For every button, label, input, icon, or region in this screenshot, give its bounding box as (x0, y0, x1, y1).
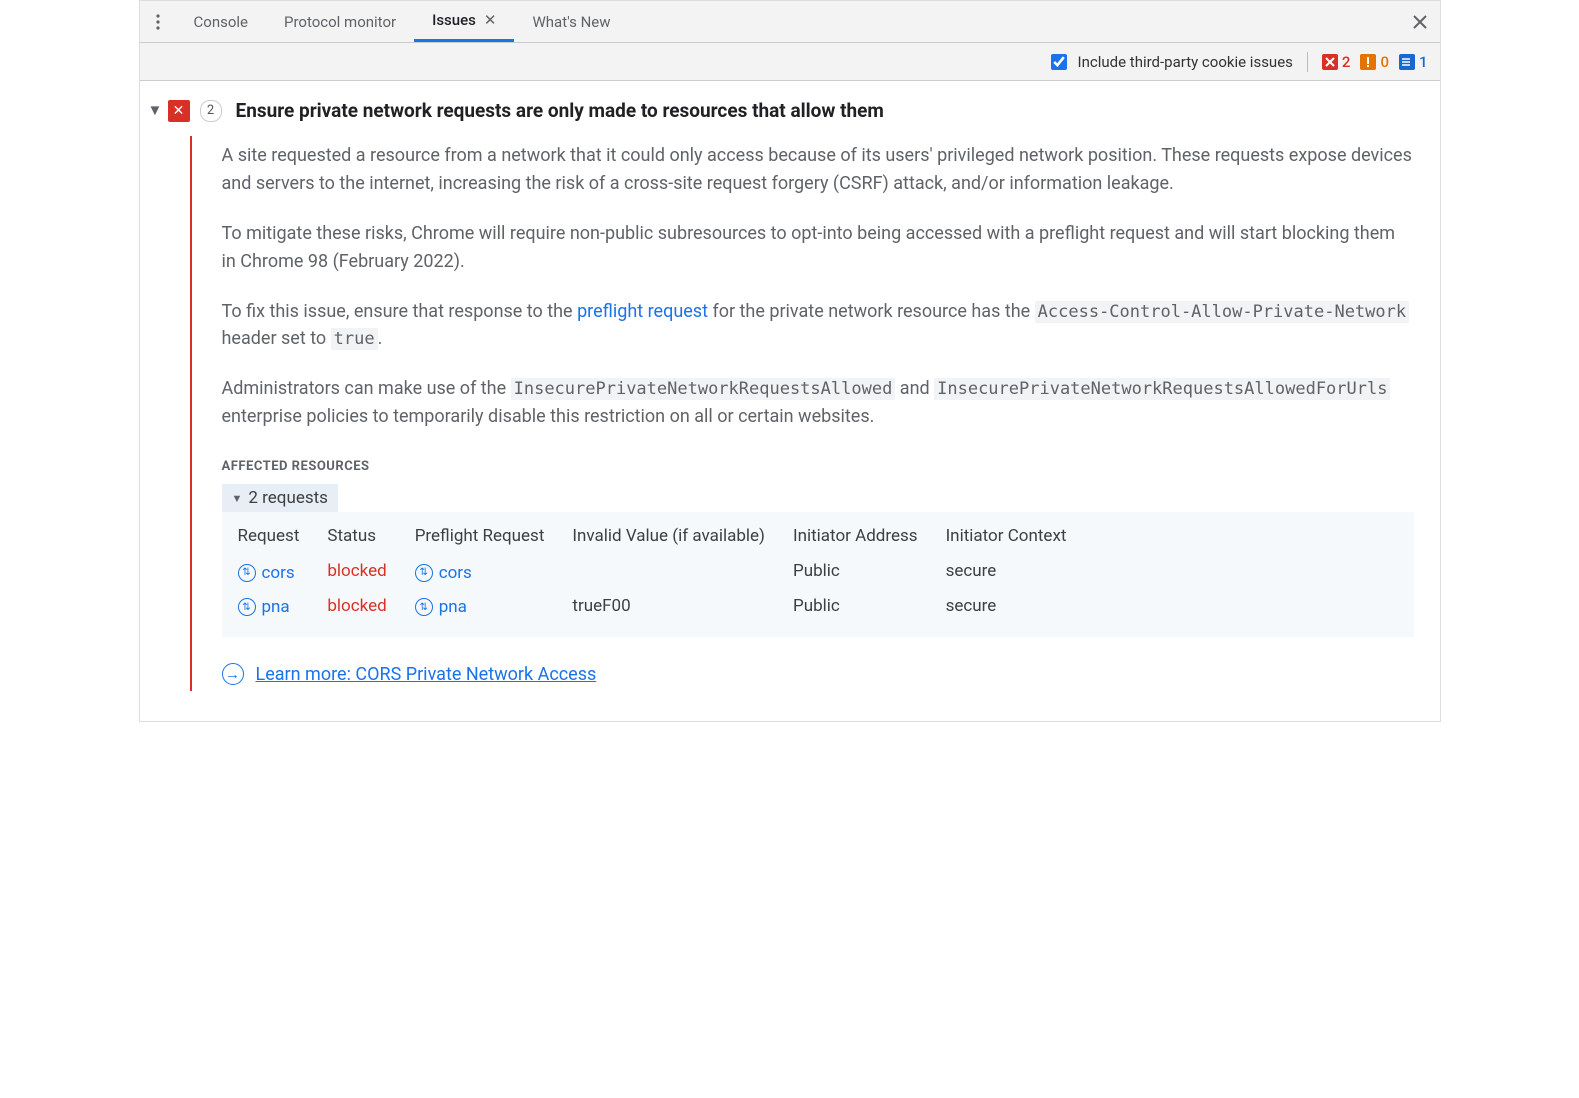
tab-protocol-monitor[interactable]: Protocol monitor (266, 1, 414, 42)
preflight-link[interactable]: ⇅pna (415, 597, 467, 617)
devtools-issues-panel: Console Protocol monitor Issues ✕ What's… (139, 0, 1441, 722)
initiator-address: Public (787, 554, 940, 589)
tab-issues[interactable]: Issues ✕ (414, 1, 514, 42)
warning-count-badge[interactable]: 0 (1360, 53, 1389, 71)
initiator-address: Public (787, 589, 940, 624)
code-policy: InsecurePrivateNetworkRequestsAllowed (511, 378, 896, 400)
tab-label: Issues (432, 11, 476, 29)
issue-expand-caret[interactable]: ▼ (148, 99, 162, 691)
col-request: Request (232, 520, 322, 554)
issue-paragraph: To mitigate these risks, Chrome will req… (222, 220, 1414, 276)
issue-occurrence-count: 2 (200, 100, 222, 122)
issues-toolbar: Include third-party cookie issues 2 0 1 (140, 43, 1440, 81)
initiator-context: secure (940, 589, 1089, 624)
status-value: blocked (327, 596, 386, 616)
col-status: Status (321, 520, 408, 554)
initiator-context: secure (940, 554, 1089, 589)
error-count-badge[interactable]: 2 (1322, 53, 1351, 71)
status-value: blocked (327, 561, 386, 581)
request-link[interactable]: ⇅pna (238, 597, 290, 617)
tab-console[interactable]: Console (176, 1, 267, 42)
preflight-request-link[interactable]: preflight request (577, 301, 708, 322)
learn-more-link[interactable]: Learn more: CORS Private Network Access (256, 664, 597, 685)
close-icon (1413, 15, 1427, 29)
invalid-value: trueF00 (566, 589, 787, 624)
tab-label: Protocol monitor (284, 13, 396, 31)
resources-table: Request Status Preflight Request Invalid… (232, 520, 1089, 623)
toolbar-divider (1307, 52, 1308, 72)
col-preflight-request: Preflight Request (409, 520, 567, 554)
issue-header[interactable]: ✕ 2 Ensure private network requests are … (168, 99, 1422, 122)
issue-count-badges: 2 0 1 (1322, 53, 1428, 71)
issue-paragraph: To fix this issue, ensure that response … (222, 298, 1414, 354)
learn-more-row: → Learn more: CORS Private Network Acces… (222, 663, 1414, 685)
panel-close-button[interactable] (1400, 15, 1440, 29)
table-row: ⇅pna blocked ⇅pna trueF00 Public secure (232, 589, 1089, 624)
col-invalid-value: Invalid Value (if available) (566, 520, 787, 554)
request-link[interactable]: ⇅cors (238, 563, 295, 583)
issues-list[interactable]: ▼ ✕ 2 Ensure private network requests ar… (140, 81, 1440, 721)
col-initiator-context: Initiator Context (940, 520, 1089, 554)
include-third-party-cookies-checkbox[interactable]: Include third-party cookie issues (1047, 51, 1293, 73)
preflight-link[interactable]: ⇅cors (415, 563, 472, 583)
code-policy: InsecurePrivateNetworkRequestsAllowedFor… (934, 378, 1390, 400)
triangle-down-icon: ▼ (232, 492, 243, 505)
affected-resources-table: Request Status Preflight Request Invalid… (222, 512, 1414, 637)
code-header-value: true (331, 328, 378, 350)
info-count-badge[interactable]: 1 (1399, 53, 1428, 71)
col-initiator-address: Initiator Address (787, 520, 940, 554)
issue-paragraph: A site requested a resource from a netwo… (222, 142, 1414, 198)
error-icon (1322, 54, 1338, 70)
tab-whats-new[interactable]: What's New (514, 1, 628, 42)
error-icon: ✕ (168, 100, 190, 122)
tab-label: What's New (532, 13, 610, 31)
panel-menu-button[interactable] (140, 14, 176, 30)
checkbox-label: Include third-party cookie issues (1078, 53, 1293, 71)
invalid-value (566, 554, 787, 589)
kebab-icon (156, 14, 160, 30)
tab-label: Console (194, 13, 249, 31)
panel-tabstrip: Console Protocol monitor Issues ✕ What's… (140, 1, 1440, 43)
issue-title: Ensure private network requests are only… (236, 99, 884, 122)
issue-item: ▼ ✕ 2 Ensure private network requests ar… (148, 99, 1422, 691)
requests-expand-chip[interactable]: ▼ 2 requests (222, 484, 338, 512)
affected-resources-heading: AFFECTED RESOURCES (222, 459, 1414, 474)
request-icon: ⇅ (238, 598, 256, 616)
arrow-right-circle-icon: → (222, 663, 244, 685)
request-icon: ⇅ (415, 598, 433, 616)
warning-icon (1360, 54, 1376, 70)
issue-body: A site requested a resource from a netwo… (190, 136, 1422, 691)
close-icon[interactable]: ✕ (484, 11, 497, 29)
code-header-name: Access-Control-Allow-Private-Network (1035, 301, 1409, 323)
table-header-row: Request Status Preflight Request Invalid… (232, 520, 1089, 554)
request-icon: ⇅ (238, 564, 256, 582)
table-row: ⇅cors blocked ⇅cors Public secure (232, 554, 1089, 589)
request-icon: ⇅ (415, 564, 433, 582)
requests-chip-label: 2 requests (248, 488, 328, 508)
issue-paragraph: Administrators can make use of the Insec… (222, 375, 1414, 431)
info-icon (1399, 54, 1415, 70)
checkbox-input[interactable] (1051, 54, 1067, 70)
